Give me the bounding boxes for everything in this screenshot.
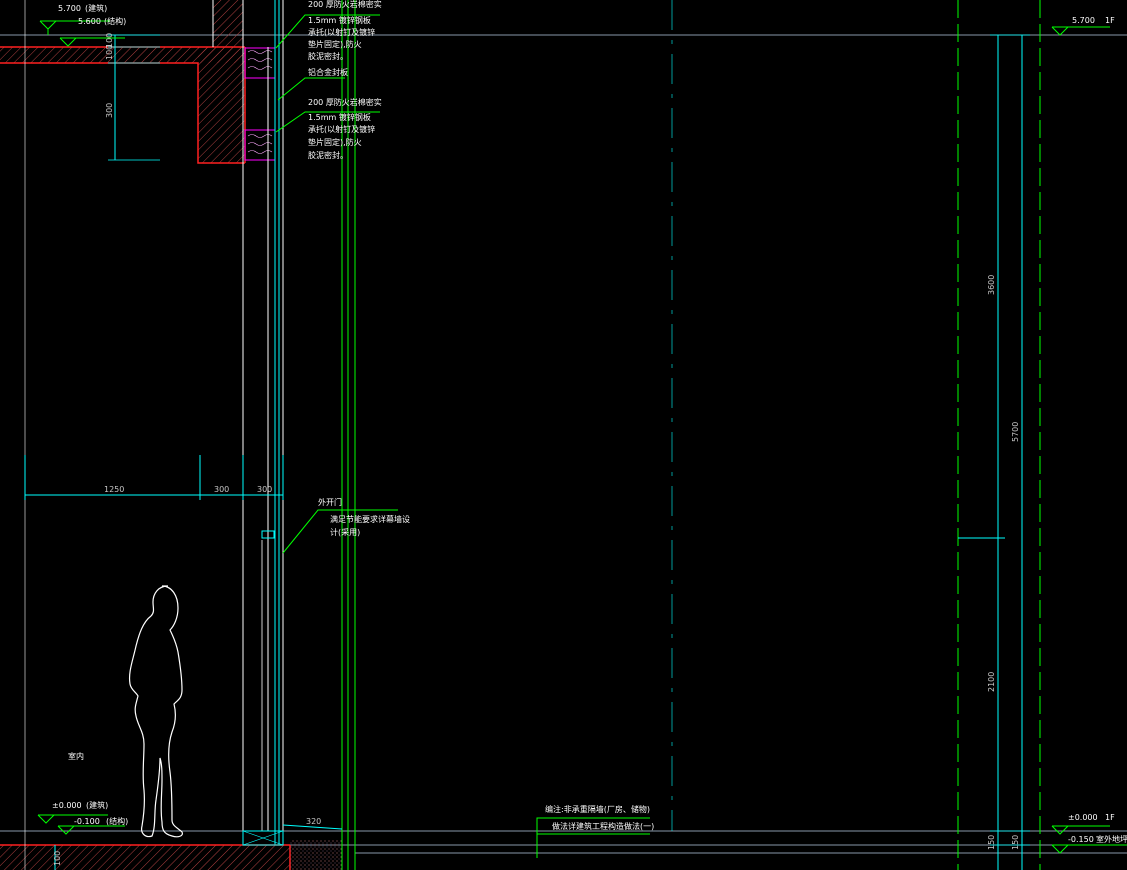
dim-1250: 1250: [104, 485, 124, 494]
footer-note-1: 编注:非承重隔墙(厂房、储物): [545, 804, 650, 814]
note1-line2: 1.5mm 镀锌钢板: [308, 15, 371, 25]
door-note-line2: 满足节能要求详幕墙设: [330, 514, 410, 524]
note3-line5: 胶泥密封。: [308, 150, 348, 160]
level-bottom-struct-note: (结构): [106, 816, 128, 826]
dim-5700: 5700: [1011, 422, 1020, 442]
human-figure-silhouette: [128, 585, 183, 838]
level-top-right-floor: 1F: [1105, 16, 1115, 25]
level-outdoor-note: 室外地坪: [1096, 834, 1127, 844]
level-bottom-arch-note: (建筑): [86, 800, 108, 810]
note1-line5: 胶泥密封。: [308, 51, 348, 61]
cad-section-drawing: 5.700 (建筑) 5.600 (结构) ±0.000 (建筑) -0.100…: [0, 0, 1127, 870]
dim-3600: 3600: [987, 275, 996, 295]
note1-line3: 承托(以射钉及镀锌: [308, 27, 375, 37]
door-note-line3: 计(采用): [330, 527, 360, 537]
note1-line1: 200 厚防火岩棉密实: [308, 0, 382, 9]
level-bottom-struct: -0.100: [74, 817, 100, 826]
dim-150-b: 150: [1011, 835, 1020, 850]
dim-100-bottom: 100: [53, 851, 62, 866]
level-top-struct: 5.600: [78, 17, 101, 26]
door-note-line1: 外开门: [318, 497, 342, 507]
level-top-arch: 5.700: [58, 4, 81, 13]
dim-300-a: 300: [214, 485, 229, 494]
green-columns: [341, 0, 1041, 870]
level-outdoor: -0.150: [1068, 835, 1094, 844]
fire-insulation: [244, 47, 276, 161]
annotation-notes: 200 厚防火岩棉密实 1.5mm 镀锌钢板 承托(以射钉及镀锌 垫片固定),防…: [68, 0, 654, 831]
note3-line3: 承托(以射钉及镀锌: [308, 124, 375, 134]
note2: 铝合金封板: [308, 67, 348, 77]
dim-300-vert: 300: [105, 103, 114, 118]
level-bottom-right: ±0.000: [1068, 813, 1098, 822]
note3-line2: 1.5mm 镀锌钢板: [308, 112, 371, 122]
note3-line4: 垫片固定),防火: [308, 137, 362, 147]
level-top-right: 5.700: [1072, 16, 1095, 25]
dim-300-b: 300: [257, 485, 272, 494]
curtain-wall: [242, 0, 284, 845]
level-top-arch-note: (建筑): [85, 3, 107, 13]
dim-2100: 2100: [987, 672, 996, 692]
dim-150-a: 150: [987, 835, 996, 850]
level-bottom-arch: ±0.000: [52, 801, 82, 810]
bottom-slab: [0, 824, 343, 870]
level-top-struct-note: (结构): [104, 16, 126, 26]
note3-line1: 200 厚防火岩棉密实: [308, 97, 382, 107]
indoor-label: 室内: [68, 751, 84, 761]
footer-note-2: 做法详建筑工程构造做法(一): [552, 821, 654, 831]
level-bottom-right-floor: 1F: [1105, 813, 1115, 822]
dim-320: 320: [306, 817, 321, 826]
right-dimensions: [958, 34, 1030, 870]
note1-line4: 垫片固定),防火: [308, 39, 362, 49]
dim-100-b: 100: [105, 45, 114, 60]
